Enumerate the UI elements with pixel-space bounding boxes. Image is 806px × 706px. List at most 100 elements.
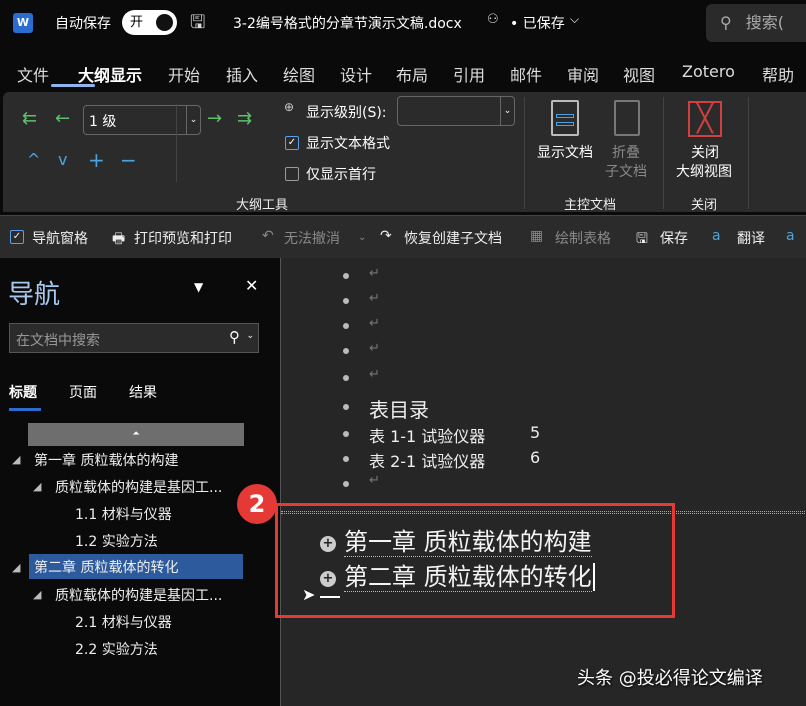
draw-table-button: 绘制表格 — [555, 231, 611, 247]
demote-to-body-icon[interactable]: ⇉ — [237, 108, 252, 129]
tab-results[interactable]: 结果 — [129, 382, 157, 402]
toc-title: 表目录 — [369, 398, 429, 422]
chevron-down-icon[interactable]: ⌄ — [186, 106, 200, 134]
bullet-icon — [343, 298, 349, 304]
show-level-select[interactable]: ⌄ — [397, 96, 515, 126]
tab-zotero[interactable]: Zotero — [682, 62, 735, 81]
chevron-up-icon: ⏶ — [132, 429, 140, 439]
nav-heading-item-selected[interactable]: 第二章 质粒载体的转化 — [29, 554, 243, 579]
bullet-icon — [343, 481, 349, 487]
show-document-button[interactable]: 显示文档 — [537, 142, 593, 162]
document-area[interactable]: ↵ ↵ ↵ ↵ ↵ 表目录 表 1-1 试验仪器 5 表 2-1 试验仪器 6 … — [280, 258, 806, 706]
paragraph-mark: ↵ — [369, 341, 380, 356]
promote-to-heading1-icon[interactable]: ⇇ — [22, 108, 37, 129]
translate-button[interactable]: 翻译 — [737, 228, 765, 248]
collapse-triangle-icon[interactable]: ◢ — [33, 588, 41, 601]
collapse-triangle-icon[interactable]: ◢ — [33, 480, 41, 493]
tab-outline[interactable]: 大纲显示 — [78, 62, 142, 86]
undo-button: 无法撤消 — [284, 231, 340, 247]
tab-home[interactable]: 开始 — [168, 62, 200, 86]
nav-heading-item[interactable]: 2.1 材料与仪器 — [75, 612, 172, 632]
paragraph-mark: ↵ — [369, 473, 380, 488]
nav-options-icon[interactable]: ▼ — [194, 280, 203, 294]
print-preview-icon: 🖶 — [112, 231, 126, 247]
share-user-icon[interactable]: ⚇ — [487, 12, 499, 27]
tab-references[interactable]: 引用 — [453, 62, 485, 86]
close-outline-icon[interactable]: ╳ — [688, 101, 722, 137]
tab-pages[interactable]: 页面 — [69, 382, 97, 402]
autosave-toggle[interactable]: 开 — [122, 10, 177, 35]
nav-pane-button[interactable]: 导航窗格 — [32, 228, 88, 248]
search-icon[interactable]: ⚲ — [229, 328, 240, 346]
show-text-format-label: 显示文本格式 — [306, 136, 390, 152]
navigation-pane: 导航 ▼ ✕ 在文档中搜索 ⚲ ⌄ 标题 页面 结果 ⏶ ◢ 第一章 质粒载体的… — [0, 258, 280, 706]
paragraph-mark: ↵ — [369, 291, 380, 306]
divider — [663, 97, 664, 209]
bullet-icon — [343, 273, 349, 279]
chevron-down-icon[interactable]: ⌵ — [570, 12, 579, 27]
show-level-icon: ⊕ — [284, 100, 295, 114]
tab-design[interactable]: 设计 — [340, 62, 372, 86]
collapse-triangle-icon[interactable]: ◢ — [12, 453, 20, 466]
outline-level-select[interactable]: 1 级 ⌄ — [83, 105, 201, 135]
promote-icon[interactable]: ← — [55, 108, 70, 129]
nav-heading-item[interactable]: 1.2 实验方法 — [75, 531, 158, 551]
save-button[interactable]: 保存 — [660, 228, 688, 248]
tab-help[interactable]: 帮助 — [762, 62, 794, 86]
translate-icon: a — [786, 228, 795, 244]
show-document-icon[interactable] — [551, 100, 579, 136]
tab-file[interactable]: 文件 — [17, 62, 49, 86]
translate-icon: a — [712, 228, 721, 244]
tab-review[interactable]: 审阅 — [567, 62, 599, 86]
redo-button[interactable]: 恢复创建子文档 — [404, 228, 502, 248]
nav-pane-checkbox[interactable]: ✓ — [10, 230, 24, 244]
tab-insert[interactable]: 插入 — [226, 62, 258, 86]
active-tab-indicator — [9, 408, 41, 411]
bullet-icon — [343, 348, 349, 354]
nav-heading-item[interactable]: 质粒载体的构建是基因工... — [55, 477, 222, 497]
print-preview-button[interactable]: 打印预览和打印 — [134, 228, 232, 248]
move-up-icon[interactable]: ^ — [27, 150, 40, 169]
search-icon: ⚲ — [720, 13, 732, 32]
save-status[interactable]: • 已保存 — [510, 13, 565, 33]
search-box[interactable]: ⚲ 搜索( — [706, 4, 806, 42]
active-tab-indicator — [51, 84, 95, 87]
chevron-down-icon[interactable]: ⌄ — [246, 331, 254, 341]
first-line-only-checkbox[interactable] — [285, 167, 299, 181]
close-outline-button-line2[interactable]: 大纲视图 — [676, 161, 732, 181]
tab-headings[interactable]: 标题 — [9, 382, 37, 402]
tab-view[interactable]: 视图 — [623, 62, 655, 86]
nav-heading-item[interactable]: 2.2 实验方法 — [75, 639, 158, 659]
toc-entry-page: 5 — [530, 423, 541, 442]
scroll-to-top-button[interactable]: ⏶ — [28, 423, 244, 446]
chevron-down-icon: ⌄ — [358, 232, 367, 243]
tab-mailings[interactable]: 邮件 — [510, 62, 542, 86]
chevron-down-icon[interactable]: ⌄ — [500, 97, 514, 125]
nav-heading-item[interactable]: 1.1 材料与仪器 — [75, 504, 172, 524]
tab-layout[interactable]: 布局 — [396, 62, 428, 86]
show-text-format-checkbox[interactable]: ✓ — [285, 136, 299, 150]
highlight-box — [275, 503, 675, 618]
nav-search-input[interactable]: 在文档中搜索 ⚲ ⌄ — [9, 323, 259, 353]
close-outline-button[interactable]: 关闭 — [691, 142, 719, 162]
close-icon[interactable]: ✕ — [245, 276, 258, 295]
outline-tools-group-label: 大纲工具 — [236, 198, 289, 213]
collapse-icon[interactable]: − — [120, 148, 137, 172]
bullet-icon — [343, 323, 349, 329]
expand-icon[interactable]: + — [88, 148, 105, 172]
paragraph-mark: ↵ — [369, 367, 380, 382]
paragraph-mark: ↵ — [369, 266, 380, 281]
move-down-icon[interactable]: v — [58, 150, 67, 169]
collapse-subdocuments-icon — [614, 100, 640, 136]
master-document-group-label: 主控文档 — [564, 198, 617, 213]
divider — [524, 97, 525, 209]
word-logo-icon: W — [13, 13, 33, 33]
bullet-icon — [343, 375, 349, 381]
redo-icon: ↷ — [380, 228, 392, 244]
nav-heading-item[interactable]: 第一章 质粒载体的构建 — [34, 450, 178, 470]
save-icon[interactable]: 🖫 — [190, 10, 205, 40]
demote-icon[interactable]: → — [207, 108, 222, 129]
tab-draw[interactable]: 绘图 — [283, 62, 315, 86]
collapse-triangle-icon[interactable]: ◢ — [12, 561, 20, 574]
nav-heading-item[interactable]: 质粒载体的构建是基因工... — [55, 585, 222, 605]
